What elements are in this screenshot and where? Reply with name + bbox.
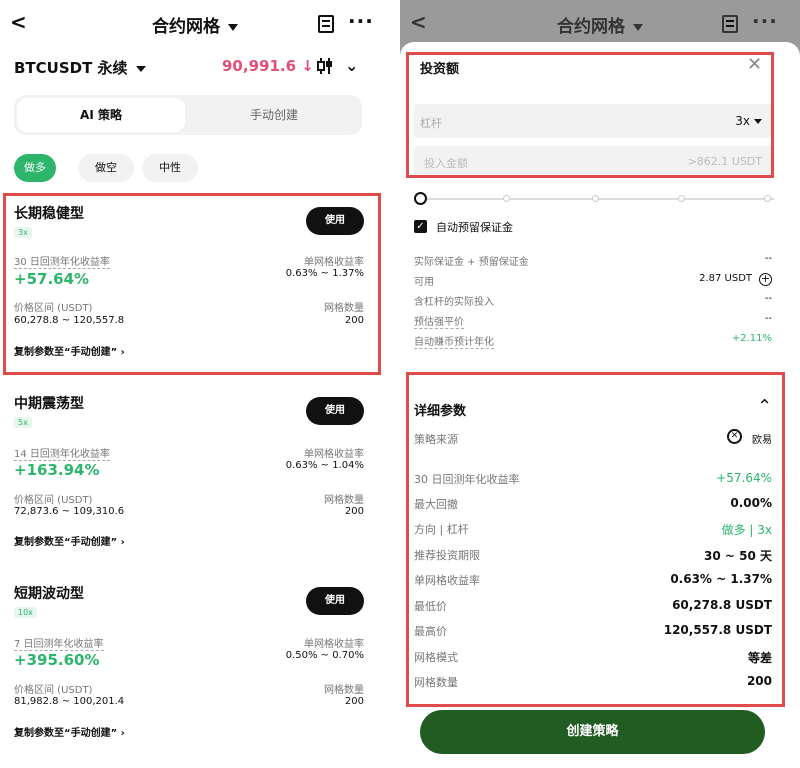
card-title: 中期震荡型 — [14, 396, 84, 412]
highlight-box — [3, 193, 381, 375]
info-value: -- — [764, 253, 772, 264]
card-title: 短期波动型 — [14, 586, 84, 602]
grid-count-value: 200 — [344, 696, 364, 707]
document-icon[interactable] — [318, 15, 334, 33]
info-value: 2.87 USDT — [699, 273, 752, 284]
price-range-label: 价格区间 (USDT) — [14, 685, 93, 696]
info-value: -- — [764, 313, 772, 324]
copy-params-text: 复制参数至“手动创建” — [14, 728, 118, 739]
apr-label: 14 日回测年化收益率 — [14, 445, 110, 461]
grid-profit-value: 0.63% ~ 1.04% — [285, 460, 364, 471]
chevron-right-icon: › — [120, 537, 125, 548]
document-icon[interactable] — [722, 15, 738, 33]
grid-count-label: 网格数量 — [324, 685, 364, 696]
grid-profit-label: 单网格收益率 — [304, 449, 364, 460]
page-title[interactable]: 合约网格 — [400, 12, 800, 37]
more-icon[interactable]: ··· — [752, 9, 778, 33]
highlight-box — [406, 52, 774, 178]
slider-tick — [503, 195, 510, 202]
caret-down-icon — [135, 65, 146, 72]
grid-profit-label: 单网格收益率 — [304, 639, 364, 650]
leverage-badge: 5x — [14, 417, 32, 428]
page-title-text: 合约网格 — [152, 17, 220, 37]
pair-selector[interactable]: BTCUSDT 永续 — [14, 57, 146, 78]
info-label: 实际保证金 + 预留保证金 — [414, 257, 529, 268]
filter-long[interactable]: 做多 — [14, 154, 56, 182]
grid-count-label: 网格数量 — [324, 495, 364, 506]
info-label: 自动赚币预计年化 — [414, 333, 494, 349]
copy-params-link[interactable]: 复制参数至“手动创建” › — [14, 533, 125, 548]
pair-label: BTCUSDT 永续 — [14, 59, 128, 77]
auto-margin-checkbox[interactable]: ✓ — [414, 220, 427, 233]
chevron-right-icon: › — [120, 728, 125, 739]
info-label: 可用 — [414, 277, 434, 288]
info-label: 预估强平价 — [414, 313, 464, 329]
slider-tick — [592, 195, 599, 202]
use-button[interactable]: 使用 — [306, 397, 364, 425]
leverage-badge: 10x — [14, 607, 37, 618]
grid-count-value: 200 — [344, 506, 364, 517]
chevron-down-icon[interactable]: ⌄ — [345, 56, 358, 75]
strategy-card: 短期波动型 10x 使用 7 日回测年化收益率 +395.60% 单网格收益率 … — [14, 583, 364, 743]
tab-manual-create[interactable]: 手动创建 — [189, 98, 359, 132]
strategy-card: 中期震荡型 5x 使用 14 日回测年化收益率 +163.94% 单网格收益率 … — [14, 393, 364, 553]
strategy-tabs: AI 策略 手动创建 — [14, 95, 362, 135]
candlestick-icon[interactable] — [315, 56, 335, 76]
right-screen: < 合约网格 ··· 投资额 ✕ 杠杆 3x 投入金额 >862.1 USDT … — [400, 0, 800, 768]
tab-ai-strategy[interactable]: AI 策略 — [17, 98, 185, 132]
copy-params-link[interactable]: 复制参数至“手动创建” › — [14, 724, 125, 739]
apr-label: 7 日回测年化收益率 — [14, 635, 104, 651]
info-label: 含杠杆的实际投入 — [414, 297, 494, 308]
highlight-box — [406, 372, 785, 707]
create-strategy-button[interactable]: 创建策略 — [420, 710, 765, 754]
apr-value: +395.60% — [14, 651, 100, 669]
price-range-value: 81,982.8 ~ 100,201.4 — [14, 696, 125, 707]
more-icon[interactable]: ··· — [348, 9, 374, 33]
filter-neutral[interactable]: 中性 — [142, 154, 198, 182]
price-range-label: 价格区间 (USDT) — [14, 495, 93, 506]
left-screen: < 合约网格 ··· BTCUSDT 永续 90,991.6 ↓ ⌄ AI 策略… — [0, 0, 390, 768]
add-funds-icon[interactable]: + — [759, 273, 772, 286]
price-range-value: 72,873.6 ~ 109,310.6 — [14, 506, 125, 517]
auto-margin-label: 自动预留保证金 — [436, 221, 513, 234]
grid-profit-value: 0.50% ~ 0.70% — [285, 650, 364, 661]
price-ticker: 90,991.6 ↓ — [222, 57, 314, 75]
use-button[interactable]: 使用 — [306, 587, 364, 615]
caret-down-icon — [633, 23, 643, 31]
copy-params-text: 复制参数至“手动创建” — [14, 537, 118, 548]
caret-down-icon — [228, 23, 238, 31]
page-title-text: 合约网格 — [557, 17, 625, 37]
info-value: -- — [764, 293, 772, 304]
info-value: +2.11% — [731, 333, 772, 344]
slider-tick — [678, 195, 685, 202]
slider-handle[interactable] — [414, 192, 427, 205]
filter-short[interactable]: 做空 — [78, 154, 134, 182]
apr-value: +163.94% — [14, 461, 100, 479]
slider-tick — [764, 195, 771, 202]
